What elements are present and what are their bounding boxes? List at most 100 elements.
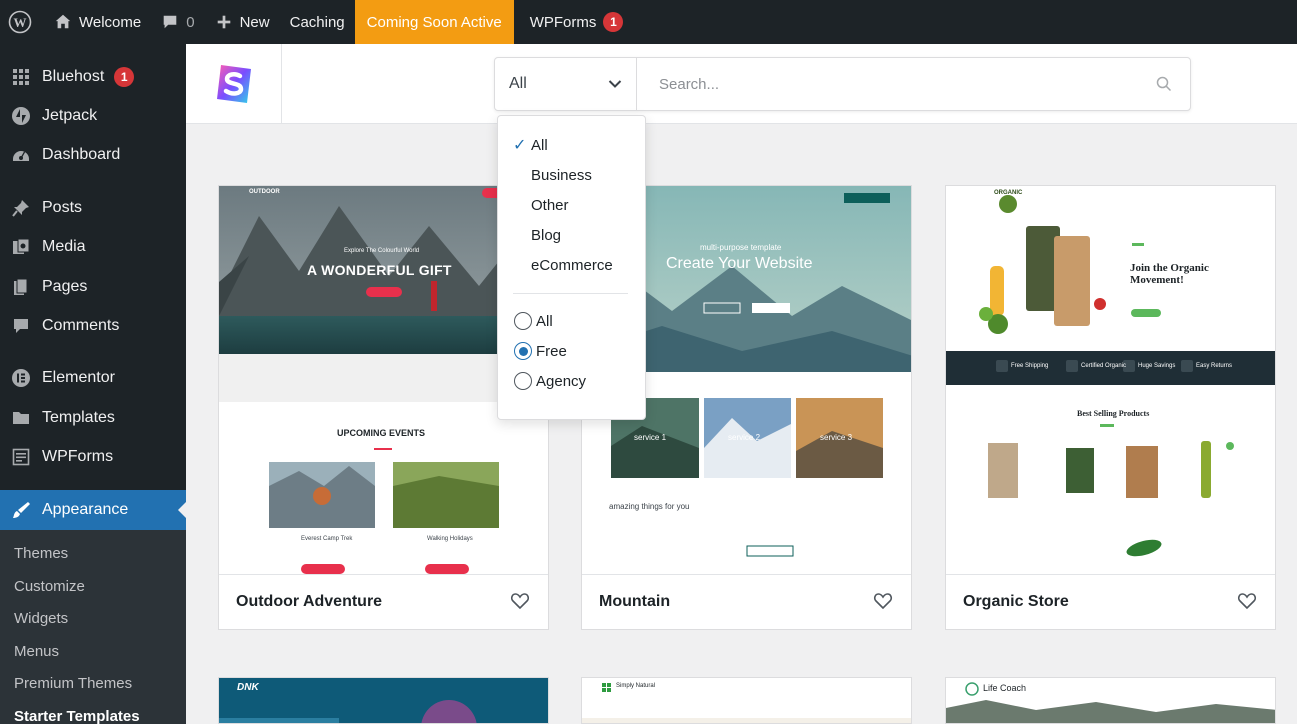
template-card-simply-natural[interactable]: Simply Natural [581,677,912,724]
sidebar-item-posts[interactable]: Posts [0,188,186,228]
submenu-item-premium-themes[interactable]: Premium Themes [14,675,132,692]
service-3-label: service 3 [820,433,853,442]
dropdown-option-ecommerce[interactable]: eCommerce [531,257,613,274]
submenu-item-starter-templates[interactable]: Starter Templates [14,708,140,724]
life-coach-brand: Life Coach [983,683,1027,693]
current-menu-arrow [178,502,186,518]
dropdown-option-all[interactable]: All [531,137,548,154]
starter-templates-logo-icon [216,65,251,103]
category-select[interactable]: All [495,58,637,110]
sidebar-item-bluehost[interactable]: Bluehost 1 [0,57,186,97]
radio-label: Agency [536,372,587,390]
template-filter-bar: All [494,57,1191,111]
dashboard-icon [10,144,32,166]
sidebar-item-label: Bluehost [42,68,105,85]
template-card-organic-store[interactable]: ORGANIC Join the Organic Movement! Free … [945,185,1276,630]
mountain-headline: Create Your Website [666,255,813,272]
organic-feature-1: Free Shipping [1011,363,1049,369]
radio-type-free[interactable]: Free [514,342,567,360]
dropdown-option-business[interactable]: Business [531,167,592,184]
chevron-down-icon [608,80,622,88]
radio-label: All [536,312,553,330]
template-search-input[interactable] [637,58,1138,110]
admin-sidebar: Bluehost 1 Jetpack Dashboard Posts Media… [0,44,186,724]
sidebar-item-label: Pages [42,278,88,295]
radio-button[interactable] [514,372,532,390]
media-icon [10,236,32,258]
organic-brand: ORGANIC [994,190,1023,196]
grid-icon [10,66,32,88]
pin-icon [10,197,32,219]
sidebar-item-label: Appearance [42,501,129,518]
template-card-life-coach[interactable]: Life Coach [945,677,1276,724]
home-icon [55,14,71,29]
organic-headline: Join the Organic Movement! [1130,262,1209,286]
sidebar-item-media[interactable]: Media [0,227,186,267]
template-card-dnk[interactable]: DNK [218,677,549,724]
starter-templates-logo[interactable] [186,44,282,124]
new-content-button[interactable]: New [205,0,280,44]
sidebar-item-templates[interactable]: Templates [0,398,186,438]
outdoor-brand: OUTDOOR [249,189,280,195]
sidebar-item-comments[interactable]: Comments [0,306,186,346]
sidebar-item-label: Posts [42,199,83,216]
card-title: Mountain [599,593,671,610]
submenu-item-menus[interactable]: Menus [14,643,59,660]
sidebar-item-wpforms[interactable]: WPForms [0,437,186,477]
caching-label: Caching [289,13,345,31]
submenu-item-widgets[interactable]: Widgets [14,610,68,627]
heart-icon[interactable] [1237,591,1257,611]
radio-type-all[interactable]: All [514,312,553,330]
sidebar-item-label: Templates [42,409,115,426]
plus-icon [217,15,230,29]
sidebar-item-label: Elementor [42,369,115,386]
radio-button-checked[interactable] [514,342,532,360]
dropdown-option-blog[interactable]: Blog [531,227,561,244]
submenu-item-customize[interactable]: Customize [14,578,85,595]
brush-icon [10,499,32,521]
sidebar-item-pages[interactable]: Pages [0,267,186,307]
comment-bubble-icon [163,15,177,29]
sidebar-item-appearance[interactable]: Appearance [0,490,186,530]
organic-section-title: Best Selling Products [1077,409,1150,418]
heart-icon[interactable] [873,591,893,611]
wpforms-menu[interactable]: WPForms 1 [514,0,634,44]
card-title: Organic Store [963,593,1069,610]
sidebar-item-dashboard[interactable]: Dashboard [0,135,186,175]
wpforms-label: WPForms [529,13,597,31]
site-name-link[interactable]: Welcome [44,0,151,44]
coming-soon-badge[interactable]: Coming Soon Active [354,0,514,44]
outdoor-section-title: UPCOMING EVENTS [337,428,426,438]
jetpack-icon [10,105,32,127]
outdoor-tagline: Explore The Colourful World [344,248,420,254]
elementor-icon [10,367,32,389]
organic-preview-image [946,186,1275,576]
pages-icon [10,276,32,298]
form-icon [10,446,32,468]
comments-link[interactable]: 0 [151,0,204,44]
svg-text:W: W [14,15,27,30]
template-preview: ORGANIC Join the Organic Movement! Free … [946,186,1275,576]
new-label: New [239,13,270,31]
sidebar-item-label: Media [42,238,86,255]
organic-feature-4: Easy Returns [1196,363,1233,369]
heart-icon[interactable] [510,591,530,611]
bluehost-badge: 1 [114,67,135,87]
organic-feature-2: Certified Organic [1081,363,1127,369]
sidebar-item-label: Jetpack [42,107,98,124]
sidebar-item-elementor[interactable]: Elementor [0,358,186,398]
service-1-label: service 1 [634,433,667,442]
dropdown-option-other[interactable]: Other [531,197,569,214]
caching-menu[interactable]: Caching [280,0,355,44]
submenu-item-themes[interactable]: Themes [14,545,68,562]
mountain-kicker: multi-purpose template [700,243,782,252]
radio-type-agency[interactable]: Agency [514,372,586,390]
card-title: Outdoor Adventure [236,593,383,610]
admin-bar: W Welcome 0 New Caching Coming Soon Acti… [0,0,1297,44]
search-icon[interactable] [1138,58,1190,110]
radio-button[interactable] [514,312,532,330]
sidebar-item-label: WPForms [42,448,114,465]
sidebar-item-jetpack[interactable]: Jetpack [0,96,186,136]
wordpress-logo-icon[interactable]: W [0,0,44,44]
simply-natural-brand: Simply Natural [616,683,656,689]
